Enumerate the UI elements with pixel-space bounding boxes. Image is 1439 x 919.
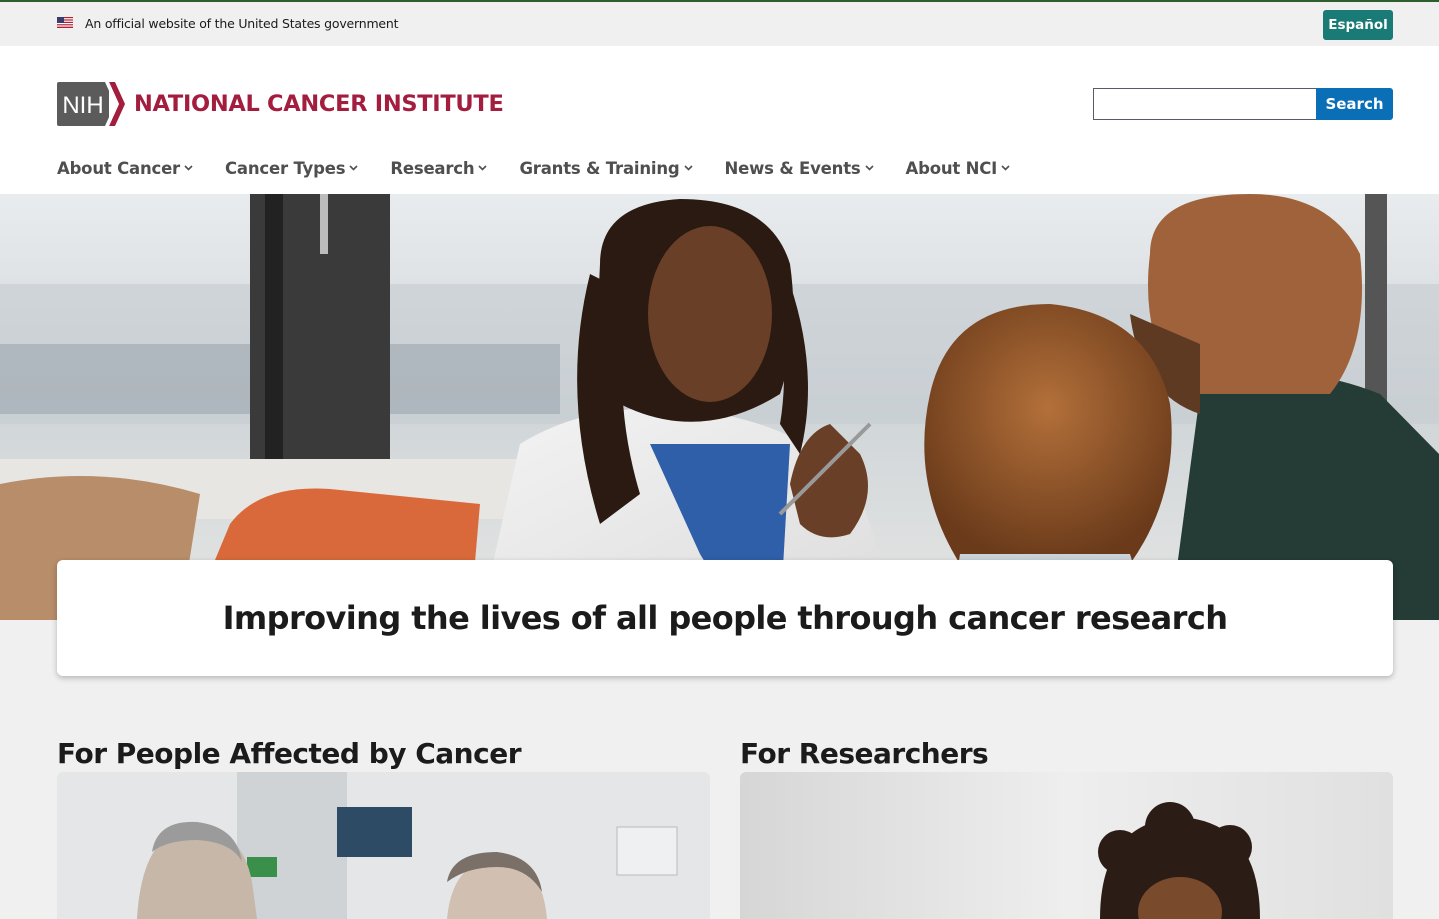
chevron-down-icon — [349, 165, 358, 171]
section-title-people-affected[interactable]: For People Affected by Cancer — [57, 737, 522, 770]
nav-item-cancer-types[interactable]: Cancer Types — [225, 156, 358, 180]
hero-tagline: Improving the lives of all people throug… — [222, 599, 1228, 637]
hero-image — [0, 194, 1439, 620]
nav-item-about-nci[interactable]: About NCI — [906, 156, 1011, 180]
svg-text:NIH: NIH — [62, 92, 103, 119]
main-nav: About Cancer Cancer Types Research Grant… — [57, 156, 1042, 180]
site-header: NIH NATIONAL CANCER INSTITUTE Search Abo… — [0, 46, 1439, 194]
chevron-down-icon — [1001, 165, 1010, 171]
search-input[interactable] — [1093, 88, 1316, 120]
tagline-card: Improving the lives of all people throug… — [57, 560, 1393, 676]
chevron-down-icon — [478, 165, 488, 171]
official-website-text: An official website of the United States… — [85, 16, 399, 31]
search-button[interactable]: Search — [1316, 88, 1393, 120]
nav-item-label: About NCI — [905, 158, 998, 178]
nav-item-label: News & Events — [724, 158, 861, 178]
nav-item-label: Research — [390, 158, 475, 178]
us-flag-icon — [57, 17, 73, 28]
nav-item-grants-training[interactable]: Grants & Training — [519, 156, 693, 180]
nci-logo[interactable]: NIH NATIONAL CANCER INSTITUTE — [57, 82, 504, 126]
researchers-card-image[interactable] — [740, 772, 1393, 919]
nci-logo-text: NATIONAL CANCER INSTITUTE — [134, 91, 504, 117]
nav-item-news-events[interactable]: News & Events — [725, 156, 874, 180]
espanol-button[interactable]: Español — [1323, 10, 1393, 40]
nav-item-label: Grants & Training — [519, 158, 680, 178]
people-affected-card-image[interactable] — [57, 772, 710, 919]
gov-banner: An official website of the United States… — [0, 0, 1439, 46]
nav-item-about-cancer[interactable]: About Cancer — [57, 156, 193, 180]
chevron-down-icon — [683, 165, 693, 171]
chevron-down-icon — [864, 165, 874, 171]
nih-logo-icon: NIH — [57, 82, 125, 126]
section-title-researchers[interactable]: For Researchers — [740, 737, 989, 770]
nav-item-research[interactable]: Research — [390, 156, 488, 180]
nav-item-label: Cancer Types — [225, 158, 346, 178]
nav-item-label: About Cancer — [57, 158, 180, 178]
chevron-down-icon — [184, 165, 193, 171]
